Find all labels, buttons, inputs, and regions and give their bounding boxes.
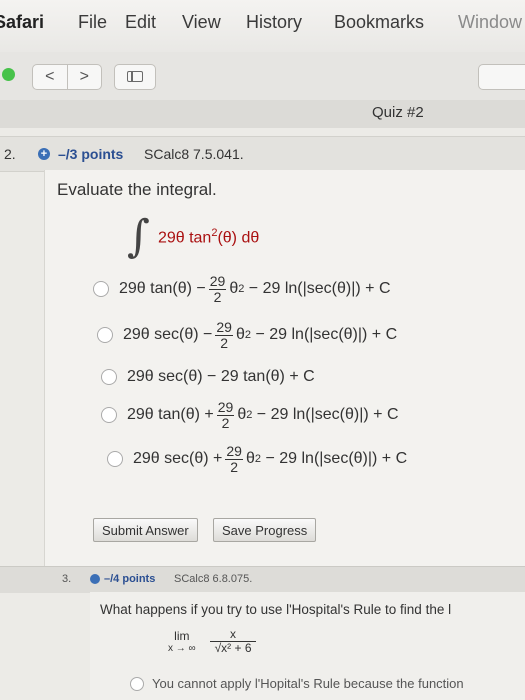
menu-app[interactable]: Safari	[0, 12, 44, 33]
menu-history[interactable]: History	[246, 12, 302, 33]
tab-quiz[interactable]: Quiz #2	[372, 104, 424, 121]
question-header: 2. + –/3 points SCalc8 7.5.041.	[0, 136, 525, 172]
fraction: 29 2	[225, 443, 243, 475]
next-points-link[interactable]: –/4 points	[104, 573, 155, 585]
next-answer-option[interactable]: You cannot apply l'Hopital's Rule becaus…	[130, 676, 464, 691]
radio-button[interactable]	[97, 327, 113, 344]
integrand: 29θ tan2(θ) dθ	[157, 226, 260, 247]
answer-option[interactable]: 29θ tan(θ) + 29 2 θ2 − 29 ln(|sec(θ)|) + …	[101, 400, 399, 430]
navigation-buttons: < >	[32, 64, 102, 90]
radio-button[interactable]	[93, 281, 109, 298]
address-bar[interactable]	[478, 64, 525, 90]
limit-expression: lim x → ∞ x √x² + 6	[168, 628, 259, 654]
sidebar-button[interactable]	[114, 64, 156, 90]
fraction: 29 2	[215, 319, 233, 351]
answer-option[interactable]: 29θ sec(θ) + 29 2 θ2 − 29 ln(|sec(θ)|) + …	[107, 444, 407, 474]
menu-bar: Safari File Edit View History Bookmarks …	[0, 0, 525, 53]
expand-icon[interactable]	[90, 574, 100, 584]
radio-button[interactable]	[130, 676, 144, 691]
radio-button[interactable]	[107, 451, 123, 468]
next-question-number: 3.	[62, 573, 72, 585]
fraction: 29 2	[216, 399, 235, 431]
next-question-body: What happens if you try to use l'Hospita…	[90, 592, 525, 700]
limit-fraction: x √x² + 6	[210, 628, 257, 654]
sidebar-icon	[127, 71, 143, 82]
question-body: Evaluate the integral. ∫ 29θ tan2(θ) dθ …	[44, 170, 525, 568]
radio-button[interactable]	[101, 407, 117, 424]
zoom-window-button[interactable]	[2, 68, 15, 81]
radio-button[interactable]	[101, 369, 117, 385]
submit-answer-button[interactable]: Submit Answer	[93, 518, 198, 542]
browser-toolbar: < >	[0, 52, 525, 100]
menu-view[interactable]: View	[182, 12, 221, 33]
fraction: 29 2	[208, 273, 227, 305]
next-question-prompt: What happens if you try to use l'Hospita…	[100, 602, 452, 617]
menu-file[interactable]: File	[78, 12, 107, 33]
question-source: SCalc8 7.5.041.	[144, 146, 244, 162]
answer-option[interactable]: 29θ sec(θ) − 29 tan(θ) + C	[101, 368, 315, 386]
page-content: 2. + –/3 points SCalc8 7.5.041. Evaluate…	[0, 128, 525, 700]
points-link[interactable]: –/3 points	[58, 146, 123, 162]
expand-icon[interactable]: +	[38, 148, 50, 160]
answer-option[interactable]: 29θ sec(θ) − 29 2 θ2 − 29 ln(|sec(θ)|) + …	[97, 320, 397, 350]
menu-window[interactable]: Window	[458, 12, 522, 33]
answer-option[interactable]: 29θ tan(θ) − 29 2 θ2 − 29 ln(|sec(θ)|) + …	[93, 274, 391, 304]
menu-bookmarks[interactable]: Bookmarks	[334, 12, 424, 33]
integral-expression: ∫ 29θ tan2(θ) dθ	[127, 210, 259, 264]
next-question-source: SCalc8 6.8.075.	[174, 573, 253, 585]
tab-bar: Quiz #2	[0, 100, 525, 129]
menu-edit[interactable]: Edit	[125, 12, 156, 33]
integral-sign-icon: ∫	[127, 211, 150, 262]
question-prompt: Evaluate the integral.	[57, 180, 217, 199]
back-button[interactable]: <	[33, 65, 67, 89]
forward-button[interactable]: >	[66, 65, 102, 89]
save-progress-button[interactable]: Save Progress	[213, 518, 317, 542]
question-number: 2.	[4, 146, 16, 162]
next-question-header: 3. –/4 points SCalc8 6.8.075.	[0, 566, 525, 593]
